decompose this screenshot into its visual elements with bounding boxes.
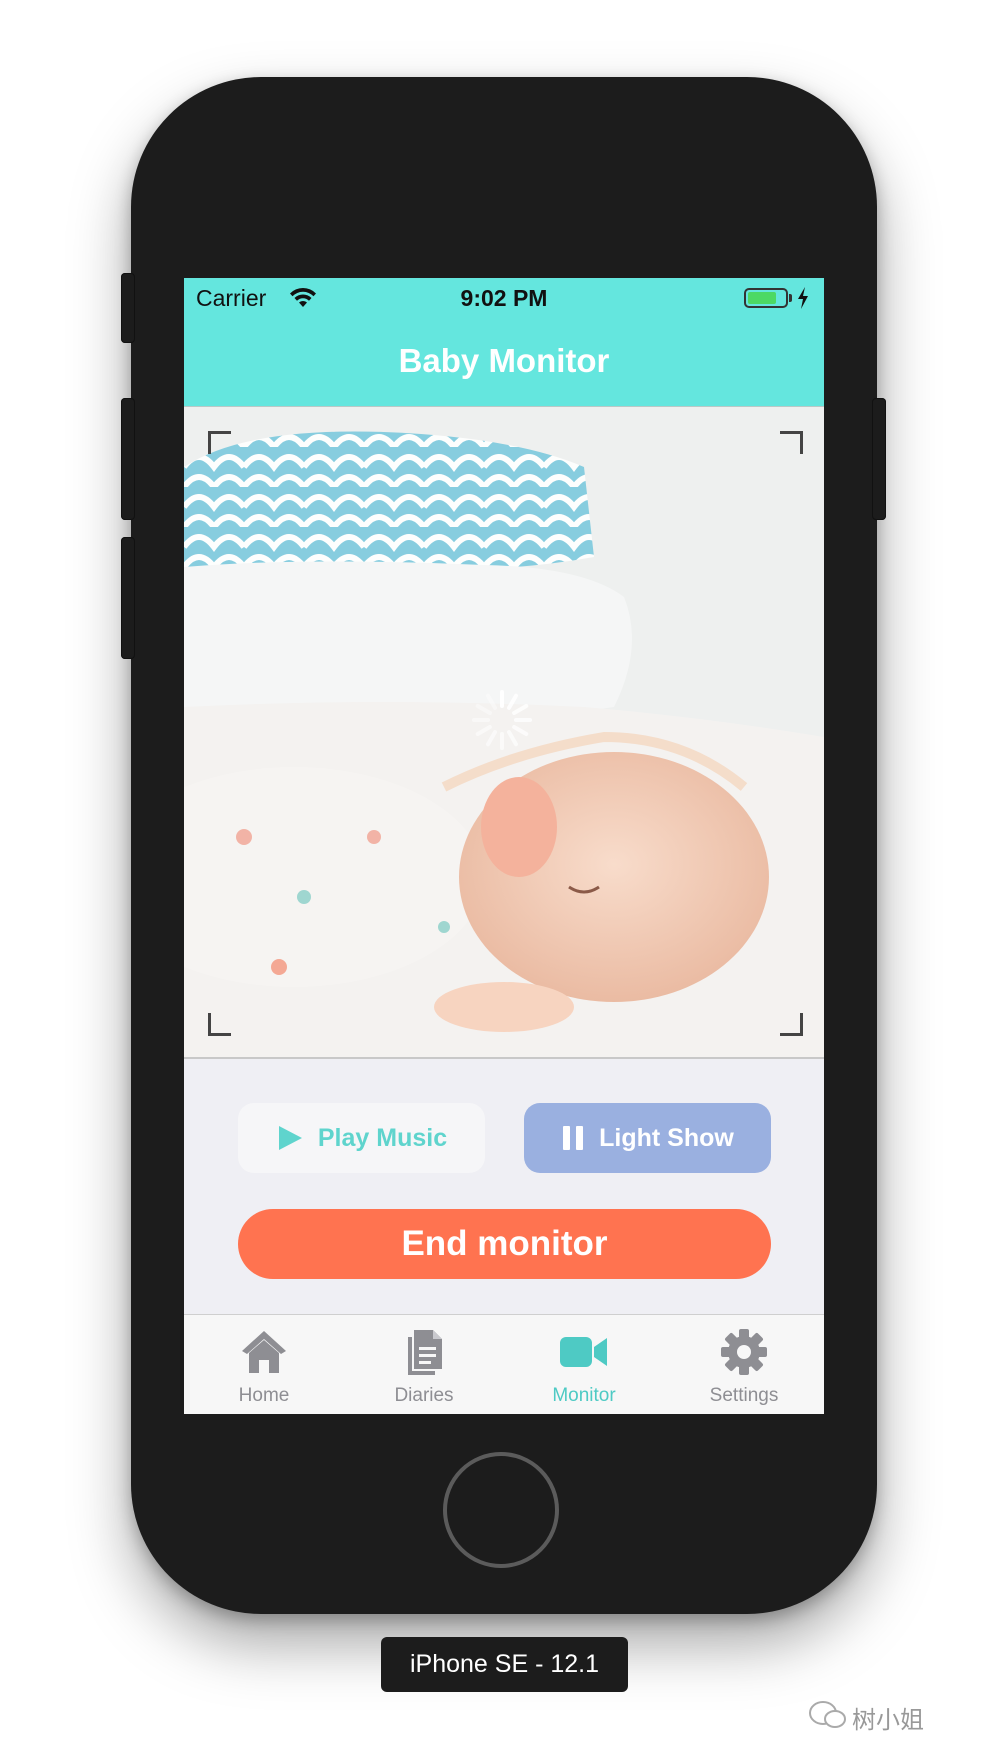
play-music-button[interactable]: Play Music bbox=[238, 1103, 485, 1173]
gear-icon bbox=[721, 1329, 767, 1375]
device-label-text: iPhone SE - 12.1 bbox=[409, 1650, 599, 1678]
frame-corner-top-left bbox=[208, 431, 231, 454]
tab-home-label: Home bbox=[238, 1385, 290, 1406]
frame-corner-top-right bbox=[780, 431, 803, 454]
house-icon bbox=[242, 1331, 286, 1373]
pause-icon bbox=[563, 1126, 584, 1150]
tab-diaries[interactable]: Diaries bbox=[344, 1315, 504, 1414]
simulator-device-label: iPhone SE - 12.1 bbox=[381, 1637, 628, 1692]
frame-corner-bottom-left bbox=[208, 1013, 231, 1036]
end-monitor-button[interactable]: End monitor bbox=[238, 1209, 771, 1279]
status-bar: Carrier 9:02 PM bbox=[184, 278, 824, 318]
page-title: Baby Monitor bbox=[398, 342, 610, 379]
tab-settings-label: Settings bbox=[709, 1385, 779, 1406]
light-show-button[interactable]: Light Show bbox=[524, 1103, 771, 1173]
battery-icon bbox=[744, 288, 788, 308]
wechat-icon bbox=[809, 1701, 846, 1728]
volume-down-button bbox=[121, 537, 135, 659]
charging-bolt-icon bbox=[798, 287, 808, 309]
power-button bbox=[872, 398, 886, 520]
play-music-label: Play Music bbox=[317, 1123, 448, 1152]
mute-switch bbox=[121, 273, 135, 343]
navigation-bar: Baby Monitor bbox=[184, 318, 824, 407]
video-camera-icon bbox=[560, 1337, 607, 1367]
camera-feed bbox=[184, 407, 824, 1059]
tab-monitor-label: Monitor bbox=[552, 1385, 616, 1406]
battery-tip bbox=[789, 294, 792, 302]
home-button[interactable] bbox=[443, 1452, 559, 1568]
controls-row: Play Music Light Show bbox=[238, 1103, 771, 1173]
loading-spinner-icon bbox=[472, 690, 532, 750]
watermark: 树小姐 bbox=[809, 1700, 924, 1735]
tab-monitor[interactable]: Monitor bbox=[504, 1315, 664, 1414]
watermark-text: 树小姐 bbox=[852, 1707, 924, 1734]
tab-diaries-label: Diaries bbox=[394, 1385, 454, 1406]
end-monitor-label: End monitor bbox=[401, 1224, 608, 1263]
play-icon bbox=[278, 1126, 302, 1150]
frame-corner-bottom-right bbox=[780, 1013, 803, 1036]
app-screen: Carrier 9:02 PM Baby Monitor Play Music … bbox=[184, 278, 824, 1414]
tab-home[interactable]: Home bbox=[184, 1315, 344, 1414]
light-show-label: Light Show bbox=[599, 1123, 734, 1152]
clock: 9:02 PM bbox=[460, 285, 548, 311]
volume-up-button bbox=[121, 398, 135, 520]
document-icon bbox=[408, 1330, 442, 1375]
tab-settings[interactable]: Settings bbox=[664, 1315, 824, 1414]
tab-bar: Home Diaries Monitor Settings bbox=[184, 1314, 824, 1414]
